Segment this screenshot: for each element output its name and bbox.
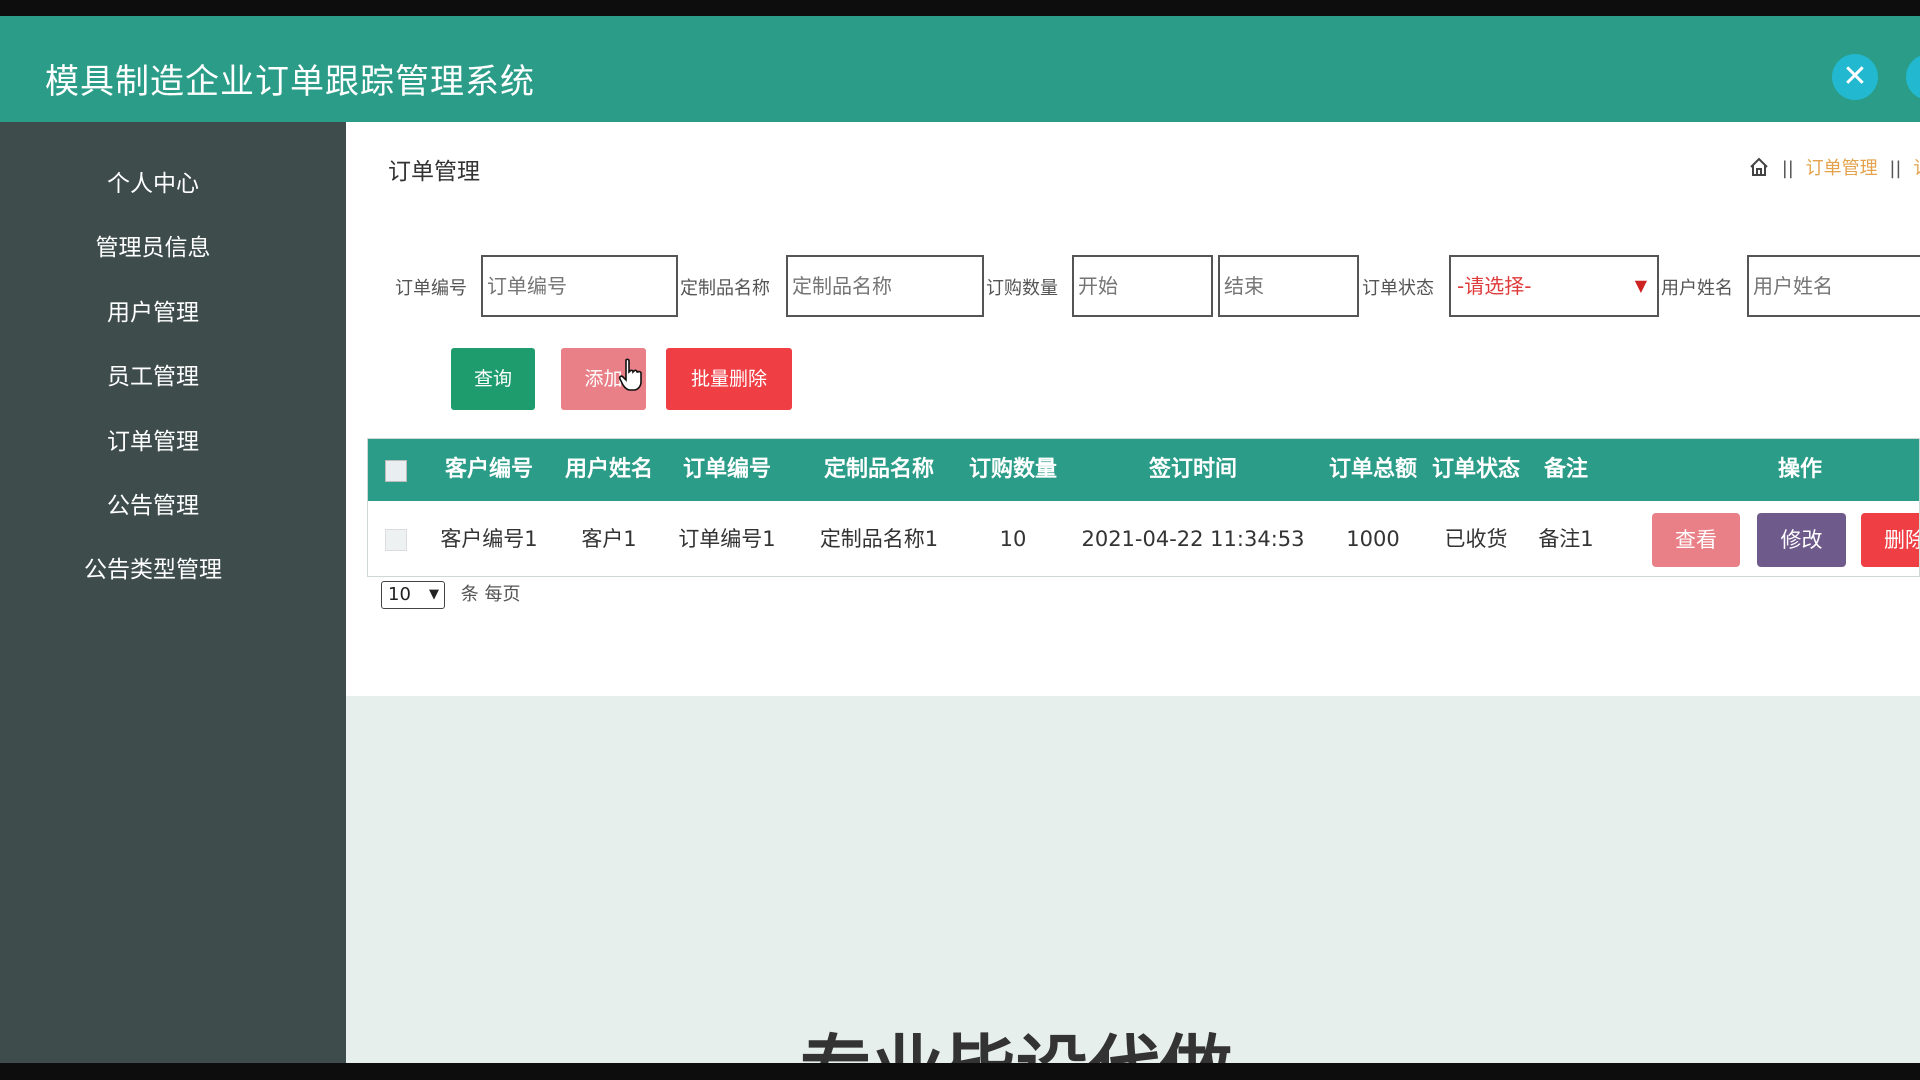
- quantity-label: 订购数量: [986, 278, 1058, 299]
- sidebar: 个人中心 管理员信息 用户管理 员工管理 订单管理 公告管理 公告类型管理: [0, 122, 346, 1063]
- product-name-label: 定制品名称: [680, 278, 770, 299]
- col-sign-time: 签订时间: [1148, 457, 1237, 482]
- screen-top-border: [0, 0, 1920, 16]
- edit-button[interactable]: 修改: [1757, 513, 1846, 567]
- breadcrumb-current[interactable]: 订单管理: [1806, 158, 1878, 179]
- breadcrumb-separator: ||: [1781, 158, 1794, 179]
- status-label: 订单状态: [1362, 278, 1434, 299]
- page-title: 订单管理: [388, 159, 480, 185]
- cell-sign-time: 2021-04-22 11:34:53: [1081, 527, 1305, 551]
- fullscreen-toggle-button[interactable]: ✕: [1832, 54, 1878, 100]
- product-name-input[interactable]: [786, 255, 984, 317]
- username-label: 用户姓名: [1661, 278, 1733, 299]
- sidebar-item-users[interactable]: 用户管理: [0, 293, 306, 333]
- cell-customer-no: 客户编号1: [440, 527, 538, 551]
- col-order-no: 订单编号: [682, 457, 771, 482]
- chevron-down-icon: ▼: [1634, 276, 1647, 295]
- status-select[interactable]: -请选择- ▼: [1449, 255, 1659, 317]
- per-page-label: 条 每页: [460, 584, 521, 605]
- hand-cursor-icon: [618, 358, 644, 396]
- delete-button[interactable]: 删除: [1861, 513, 1919, 567]
- close-icon: ✕: [1842, 59, 1868, 94]
- breadcrumb: || 订单管理 || 订: [1748, 154, 1920, 183]
- order-no-label: 订单编号: [395, 278, 467, 299]
- page-size-select[interactable]: 10 ▼: [381, 581, 445, 609]
- col-ops: 操作: [1777, 457, 1822, 482]
- quantity-start-input[interactable]: [1072, 255, 1213, 317]
- col-remark: 备注: [1543, 457, 1588, 482]
- app-title: 模具制造企业订单跟踪管理系统: [45, 62, 535, 102]
- select-all-checkbox[interactable]: [385, 460, 407, 482]
- sidebar-item-orders[interactable]: 订单管理: [0, 422, 306, 462]
- order-no-input[interactable]: [481, 255, 678, 317]
- screen-bottom-border: [0, 1063, 1920, 1080]
- col-quantity: 订购数量: [968, 457, 1057, 482]
- col-customer-no: 客户编号: [444, 457, 533, 482]
- username-input[interactable]: [1747, 255, 1920, 317]
- cell-total: 1000: [1346, 527, 1400, 551]
- cell-product-name: 定制品名称1: [819, 527, 939, 551]
- sidebar-item-notices[interactable]: 公告管理: [0, 486, 306, 526]
- table-header: 客户编号 用户姓名 订单编号 定制品名称 订购数量 签订时间 订单总额 订单状态…: [368, 439, 1919, 501]
- cell-quantity: 10: [999, 527, 1027, 551]
- row-checkbox[interactable]: [385, 529, 407, 551]
- sidebar-item-employees[interactable]: 员工管理: [0, 357, 306, 397]
- view-button[interactable]: 查看: [1652, 513, 1740, 567]
- sidebar-item-personal-center[interactable]: 个人中心: [0, 164, 306, 204]
- batch-delete-button[interactable]: 批量删除: [666, 348, 792, 410]
- cell-order-no: 订单编号1: [678, 527, 776, 551]
- query-button[interactable]: 查询: [451, 348, 535, 410]
- quantity-end-input[interactable]: [1218, 255, 1359, 317]
- sidebar-item-notice-types[interactable]: 公告类型管理: [0, 550, 306, 590]
- col-status: 订单状态: [1431, 457, 1520, 482]
- col-username: 用户姓名: [564, 457, 653, 482]
- status-select-value: -请选择-: [1457, 274, 1532, 298]
- breadcrumb-separator: ||: [1889, 158, 1902, 179]
- col-total: 订单总额: [1328, 457, 1417, 482]
- home-icon[interactable]: [1748, 156, 1770, 183]
- cell-status: 已收货: [1444, 527, 1508, 551]
- watermark-text: 专业毕设代做: [800, 1010, 1232, 1063]
- cell-remark: 备注1: [1538, 527, 1594, 551]
- pagination: 10 ▼ 条 每页: [381, 580, 520, 609]
- sidebar-item-admin-info[interactable]: 管理员信息: [0, 228, 306, 268]
- col-product-name: 定制品名称: [823, 457, 934, 482]
- header-extra-button[interactable]: [1906, 54, 1920, 100]
- page-size-value: 10: [388, 584, 411, 605]
- orders-table: 客户编号 用户姓名 订单编号 定制品名称 订购数量 签订时间 订单总额 订单状态…: [367, 438, 1920, 577]
- breadcrumb-next[interactable]: 订: [1913, 158, 1920, 179]
- cell-username: 客户1: [581, 527, 637, 551]
- app-header: 模具制造企业订单跟踪管理系统 ✕: [0, 16, 1920, 122]
- chevron-down-icon: ▼: [429, 587, 439, 602]
